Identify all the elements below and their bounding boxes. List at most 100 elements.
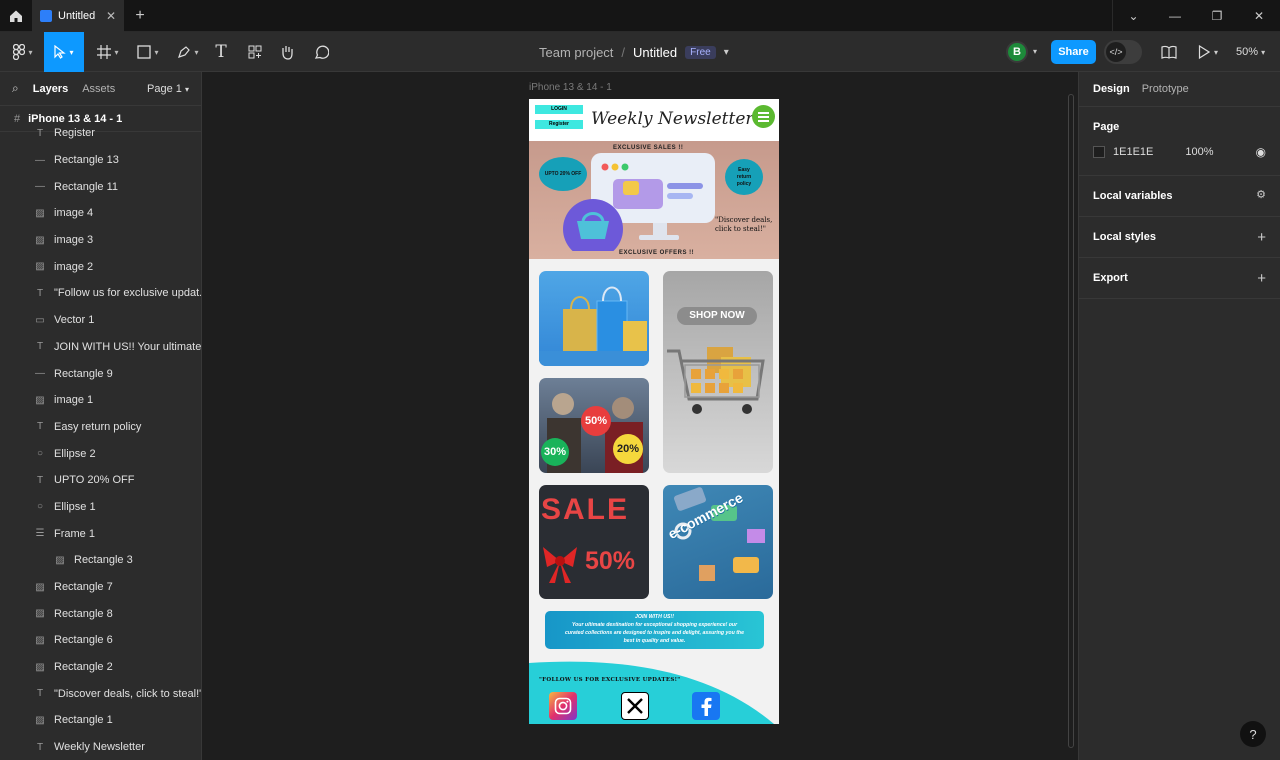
library-button[interactable] — [1161, 45, 1177, 62]
restore-button[interactable]: ❐ — [1196, 0, 1238, 32]
breadcrumb-separator: / — [621, 44, 626, 60]
chevron-down-icon[interactable]: ⌄ — [1112, 0, 1154, 32]
layer-row[interactable]: — Rectangle 11 — [0, 173, 201, 200]
resources-tool[interactable] — [244, 32, 266, 72]
local-styles-section[interactable]: Local styles + — [1079, 216, 1280, 257]
variables-settings-icon[interactable]: ⚙ — [1256, 188, 1266, 201]
dev-mode-toggle[interactable]: </> — [1104, 40, 1142, 64]
chevron-down-icon[interactable]: ▾ — [724, 47, 729, 58]
layer-row[interactable]: ▨ Rectangle 8 — [0, 600, 201, 627]
pen-tool[interactable]: ▾ — [172, 32, 204, 72]
newsletter-frame[interactable]: LOGIN Register Weekly Newsletter EXCLUSI… — [529, 99, 779, 724]
close-window-button[interactable]: ✕ — [1238, 0, 1280, 32]
layer-row[interactable]: ○ Ellipse 1 — [0, 494, 201, 521]
shopping-bags-image[interactable] — [539, 271, 649, 366]
ellipse-icon: ○ — [36, 501, 44, 513]
image-icon: ▨ — [35, 207, 45, 219]
layer-label: Vector 1 — [54, 314, 95, 327]
layer-label: image 2 — [54, 260, 94, 273]
add-style-icon[interactable]: + — [1257, 229, 1266, 246]
canvas-scrollbar[interactable] — [1068, 94, 1074, 748]
close-tab-icon[interactable]: ✕ — [106, 9, 116, 23]
move-tool[interactable]: ▾ — [44, 32, 84, 72]
comment-tool[interactable] — [310, 32, 332, 72]
shape-tool[interactable]: ▾ — [132, 32, 164, 72]
layer-row[interactable]: T Easy return policy — [0, 414, 201, 441]
layer-row[interactable]: ▨ Rectangle 1 — [0, 707, 201, 734]
instagram-icon[interactable] — [549, 692, 577, 720]
layer-row[interactable]: ▭ Vector 1 — [0, 307, 201, 334]
layer-row[interactable]: ▨ image 1 — [0, 387, 201, 414]
ecommerce-image[interactable]: e-commerce — [663, 485, 773, 599]
layer-row[interactable]: ▨ Rectangle 6 — [0, 627, 201, 654]
text-icon: T — [36, 421, 44, 433]
local-variables-section[interactable]: Local variables ⚙ — [1079, 175, 1280, 216]
layer-row[interactable]: — Rectangle 9 — [0, 360, 201, 387]
page-opacity-value[interactable]: 100% — [1185, 146, 1213, 158]
help-button[interactable]: ? — [1240, 721, 1266, 747]
layer-label: Ellipse 1 — [54, 500, 96, 513]
image-icon: ▨ — [35, 234, 45, 246]
layer-row[interactable]: T "Discover deals, click to steal!" — [0, 680, 201, 707]
present-button[interactable]: ▾ — [1198, 45, 1218, 59]
zoom-level[interactable]: 50% ▾ — [1236, 46, 1265, 58]
layer-row[interactable]: T JOIN WITH US!! Your ultimate... — [0, 334, 201, 361]
text-icon: T — [36, 127, 44, 139]
layer-row[interactable]: ▨ image 4 — [0, 200, 201, 227]
mannequins-sale-image[interactable]: 50% 30% 20% — [539, 378, 649, 473]
login-button[interactable]: LOGIN — [535, 105, 583, 114]
monitor-shopping-illustration — [563, 153, 715, 251]
text-tool[interactable]: T — [210, 32, 232, 72]
x-twitter-icon[interactable] — [621, 692, 649, 720]
sale-tags-image[interactable]: SALE 50% — [539, 485, 649, 599]
layer-row[interactable]: — Rectangle 13 — [0, 147, 201, 174]
frame-label[interactable]: iPhone 13 & 14 - 1 — [529, 82, 612, 93]
page-color-swatch[interactable] — [1093, 146, 1105, 158]
home-button[interactable] — [0, 0, 32, 32]
facebook-icon[interactable] — [692, 692, 720, 720]
main-menu-button[interactable]: ▾ — [8, 32, 38, 72]
file-tab[interactable]: Untitled ✕ — [32, 0, 124, 32]
layer-row[interactable]: ○ Ellipse 2 — [0, 440, 201, 467]
layer-row[interactable]: T "Follow us for exclusive updat... — [0, 280, 201, 307]
layer-label: Rectangle 9 — [54, 367, 113, 380]
hamburger-menu-icon[interactable] — [752, 105, 775, 128]
layer-row[interactable]: T UPTO 20% OFF — [0, 467, 201, 494]
text-icon: T — [36, 741, 44, 753]
line-icon: — — [35, 368, 45, 380]
shop-now-button[interactable]: SHOP NOW — [677, 307, 757, 325]
layer-row[interactable]: ▨ Rectangle 3 — [0, 547, 201, 574]
page-color-value[interactable]: 1E1E1E — [1113, 146, 1153, 158]
chevron-down-icon[interactable]: ▾ — [1033, 47, 1037, 56]
layer-row[interactable]: ▨ image 2 — [0, 253, 201, 280]
tab-assets[interactable]: Assets — [82, 83, 115, 95]
layer-row[interactable]: T Weekly Newsletter — [0, 734, 201, 760]
layer-row[interactable]: ☰ Frame 1 — [0, 520, 201, 547]
image-icon: ▨ — [35, 608, 45, 620]
layer-row[interactable]: ▨ Rectangle 2 — [0, 654, 201, 681]
tab-layers[interactable]: Layers — [33, 83, 68, 95]
share-button[interactable]: Share — [1051, 40, 1096, 64]
hand-tool[interactable] — [276, 32, 298, 72]
layer-label: "Follow us for exclusive updat... — [54, 287, 201, 300]
page-fill-row[interactable]: 1E1E1E 100% ◉ — [1093, 145, 1266, 159]
add-export-icon[interactable]: + — [1257, 270, 1266, 287]
search-icon[interactable]: ⌕ — [12, 81, 19, 96]
new-tab-button[interactable]: + — [124, 7, 156, 25]
layer-row[interactable]: T Register — [0, 120, 201, 147]
shop-now-cart-image[interactable]: SHOP NOW — [663, 271, 773, 473]
register-button[interactable]: Register — [535, 120, 583, 129]
layer-row[interactable]: ▨ Rectangle 7 — [0, 574, 201, 601]
frame-tool[interactable]: ▾ — [92, 32, 124, 72]
team-link[interactable]: Team project — [539, 45, 613, 60]
export-section[interactable]: Export + — [1079, 257, 1280, 299]
layer-label: Rectangle 3 — [74, 554, 133, 567]
layer-row[interactable]: ▨ image 3 — [0, 227, 201, 254]
minimize-button[interactable]: — — [1154, 0, 1196, 32]
eye-icon[interactable]: ◉ — [1256, 145, 1266, 159]
tab-design[interactable]: Design — [1093, 83, 1130, 95]
tab-prototype[interactable]: Prototype — [1142, 83, 1189, 95]
page-select[interactable]: Page 1 ▾ — [147, 83, 189, 95]
avatar[interactable]: B — [1006, 41, 1028, 63]
file-name[interactable]: Untitled — [633, 45, 677, 60]
